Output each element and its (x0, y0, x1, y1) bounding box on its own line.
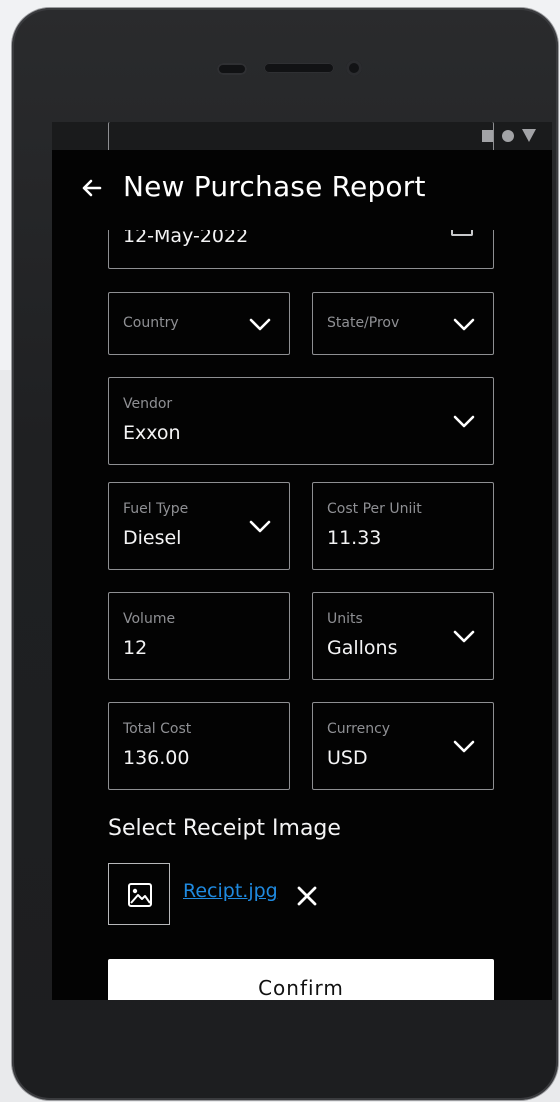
image-icon (128, 883, 152, 907)
total-cost-field[interactable]: Total Cost 136.00 (108, 702, 290, 790)
units-select[interactable]: Units Gallons (312, 592, 494, 680)
total-cost-value: 136.00 (123, 747, 190, 769)
chevron-down-icon (249, 520, 271, 533)
remove-receipt-button[interactable] (295, 884, 319, 908)
chevron-down-icon (453, 318, 475, 331)
chevron-down-icon (453, 630, 475, 643)
vendor-select[interactable]: Vendor Exxon (108, 377, 494, 465)
units-label: Units (327, 611, 363, 627)
currency-label: Currency (327, 721, 391, 737)
receipt-file-link[interactable]: Recipt.jpg (183, 880, 278, 902)
arrow-left-icon (82, 179, 102, 197)
currency-select[interactable]: Currency USD (312, 702, 494, 790)
phone-frame: New Purchase Report 12-May-2022 Country … (12, 8, 558, 1100)
volume-value: 12 (123, 637, 148, 659)
cost-per-unit-field[interactable]: Cost Per Uniit 11.33 (312, 482, 494, 570)
back-button[interactable] (78, 174, 106, 202)
app-bar: New Purchase Report (52, 150, 552, 230)
fuel-type-value: Diesel (123, 527, 182, 549)
fuel-type-select[interactable]: Fuel Type Diesel (108, 482, 290, 570)
units-value: Gallons (327, 637, 398, 659)
cost-per-unit-label: Cost Per Uniit (327, 501, 422, 517)
vendor-label: Vendor (123, 396, 173, 412)
cost-per-unit-value: 11.33 (327, 527, 382, 549)
volume-field[interactable]: Volume 12 (108, 592, 290, 680)
chevron-down-icon (453, 415, 475, 428)
vendor-value: Exxon (123, 422, 181, 444)
state-select[interactable]: State/Prov (312, 292, 494, 355)
country-select[interactable]: Country (108, 292, 290, 355)
page-title: New Purchase Report (123, 170, 426, 203)
chevron-down-icon (453, 740, 475, 753)
state-placeholder: State/Prov (327, 315, 400, 331)
receipt-image-picker[interactable] (108, 863, 170, 925)
proximity-sensor (217, 63, 247, 75)
confirm-button[interactable]: Confirm (108, 959, 494, 1000)
front-camera (346, 60, 362, 76)
close-icon (297, 886, 317, 906)
receipt-section-title: Select Receipt Image (108, 816, 341, 841)
country-placeholder: Country (123, 315, 179, 331)
total-cost-label: Total Cost (123, 721, 192, 737)
earpiece-speaker (264, 63, 334, 73)
fuel-type-label: Fuel Type (123, 501, 189, 517)
chevron-down-icon (249, 318, 271, 331)
currency-value: USD (327, 747, 368, 769)
volume-label: Volume (123, 611, 176, 627)
phone-screen: New Purchase Report 12-May-2022 Country … (52, 122, 552, 1000)
form-content: 12-May-2022 Country State/Prov Vendor Ex… (52, 122, 552, 1000)
